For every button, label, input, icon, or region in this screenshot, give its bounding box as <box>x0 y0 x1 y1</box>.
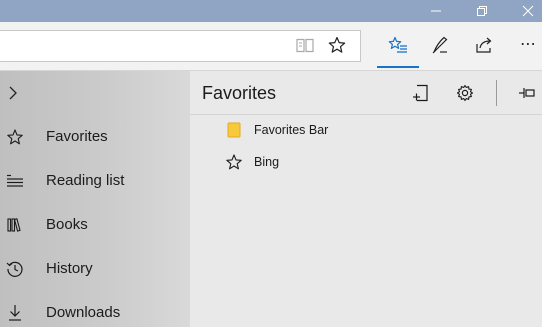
hub-item-label: Reading list <box>46 172 125 189</box>
pin-icon <box>519 88 535 98</box>
hub-item-history[interactable]: History <box>0 247 190 291</box>
import-favorites-button[interactable] <box>406 78 436 108</box>
more-button[interactable]: ⋯ <box>510 27 542 63</box>
hub-active-indicator <box>377 66 419 68</box>
favorites-pane: Favorites Favorites Bar Bing <box>190 71 542 327</box>
hub-item-label: Books <box>46 216 88 233</box>
favorite-item-label: Bing <box>254 155 280 169</box>
book-open-icon <box>296 38 314 53</box>
settings-button[interactable] <box>450 78 480 108</box>
pane-title: Favorites <box>202 83 277 103</box>
chevron-right-icon <box>9 86 17 100</box>
import-favorites-icon <box>413 84 428 102</box>
favorite-item-favorites-bar[interactable]: Favorites Bar <box>190 114 542 146</box>
favorite-item-icon-wrap <box>224 114 244 146</box>
hub-item-icon-wrap <box>4 247 26 291</box>
star-outline-icon <box>7 129 23 145</box>
folder-icon <box>227 122 241 138</box>
hub-item-label: Downloads <box>46 304 121 321</box>
books-icon <box>7 218 21 232</box>
toolbar-separator <box>496 80 497 106</box>
favorite-item-label: Favorites Bar <box>254 123 329 137</box>
hub-item-favorites[interactable]: Favorites <box>0 115 190 159</box>
reading-view-button[interactable] <box>287 27 323 63</box>
favorite-item-bing[interactable]: Bing <box>190 146 542 178</box>
star-outline-icon <box>328 36 346 53</box>
download-icon <box>9 305 21 321</box>
hub-item-downloads[interactable]: Downloads <box>0 291 190 335</box>
restore-button[interactable] <box>464 0 500 22</box>
hub-item-label: Favorites <box>46 128 108 145</box>
navigation-bar: ⋯ <box>0 22 542 71</box>
hub-item-books[interactable]: Books <box>0 203 190 247</box>
reading-list-icon <box>7 174 23 187</box>
pen-icon <box>432 36 448 54</box>
hub-expand-button[interactable] <box>0 79 30 107</box>
restore-icon <box>477 6 487 16</box>
history-icon <box>6 261 23 277</box>
minimize-button[interactable] <box>418 0 454 22</box>
favorite-item-icon-wrap <box>224 146 244 178</box>
favorites-hub-icon <box>388 36 407 53</box>
web-note-button[interactable] <box>422 27 458 63</box>
hub-item-icon-wrap <box>4 115 26 159</box>
add-favorite-button[interactable] <box>319 27 355 63</box>
gear-icon <box>456 84 474 102</box>
hub-item-reading-list[interactable]: Reading list <box>0 159 190 203</box>
hub-item-icon-wrap <box>4 291 26 335</box>
hub-menu: Favorites Reading list Books History Dow… <box>0 71 190 327</box>
share-icon <box>476 37 492 53</box>
pin-pane-button[interactable] <box>512 78 542 108</box>
star-outline-icon <box>226 154 242 170</box>
more-icon: ⋯ <box>520 36 536 53</box>
hub-item-icon-wrap <box>4 203 26 247</box>
hub-item-icon-wrap <box>4 159 26 203</box>
hub-item-label: History <box>46 260 93 277</box>
hub-button[interactable] <box>380 27 416 63</box>
minimize-icon <box>431 10 441 12</box>
close-icon <box>522 5 534 17</box>
close-button[interactable] <box>510 0 542 22</box>
share-button[interactable] <box>466 27 502 63</box>
title-bar <box>0 0 542 22</box>
